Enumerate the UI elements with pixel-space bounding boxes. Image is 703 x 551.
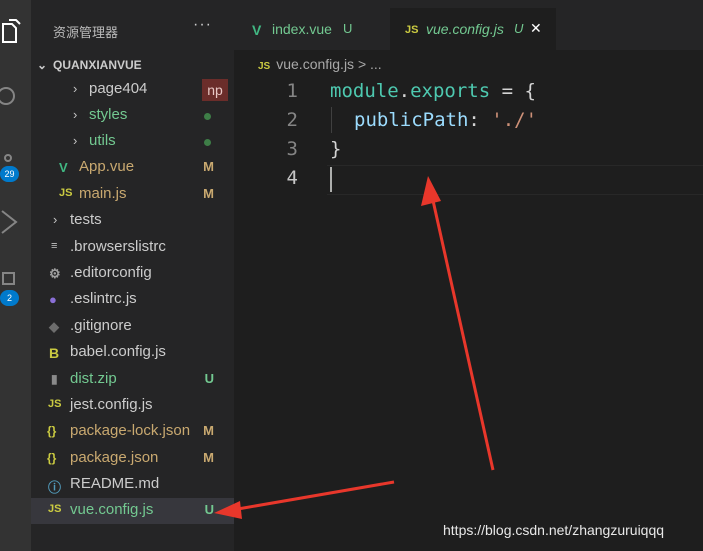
watermark: https://blog.csdn.net/zhangzuruiqqq bbox=[443, 522, 665, 538]
arrow-to-editor-head bbox=[421, 176, 441, 206]
arrow-to-file-head bbox=[214, 501, 242, 519]
arrow-to-file bbox=[231, 480, 395, 512]
annotation-arrows bbox=[214, 176, 495, 519]
arrow-to-editor bbox=[430, 195, 495, 471]
